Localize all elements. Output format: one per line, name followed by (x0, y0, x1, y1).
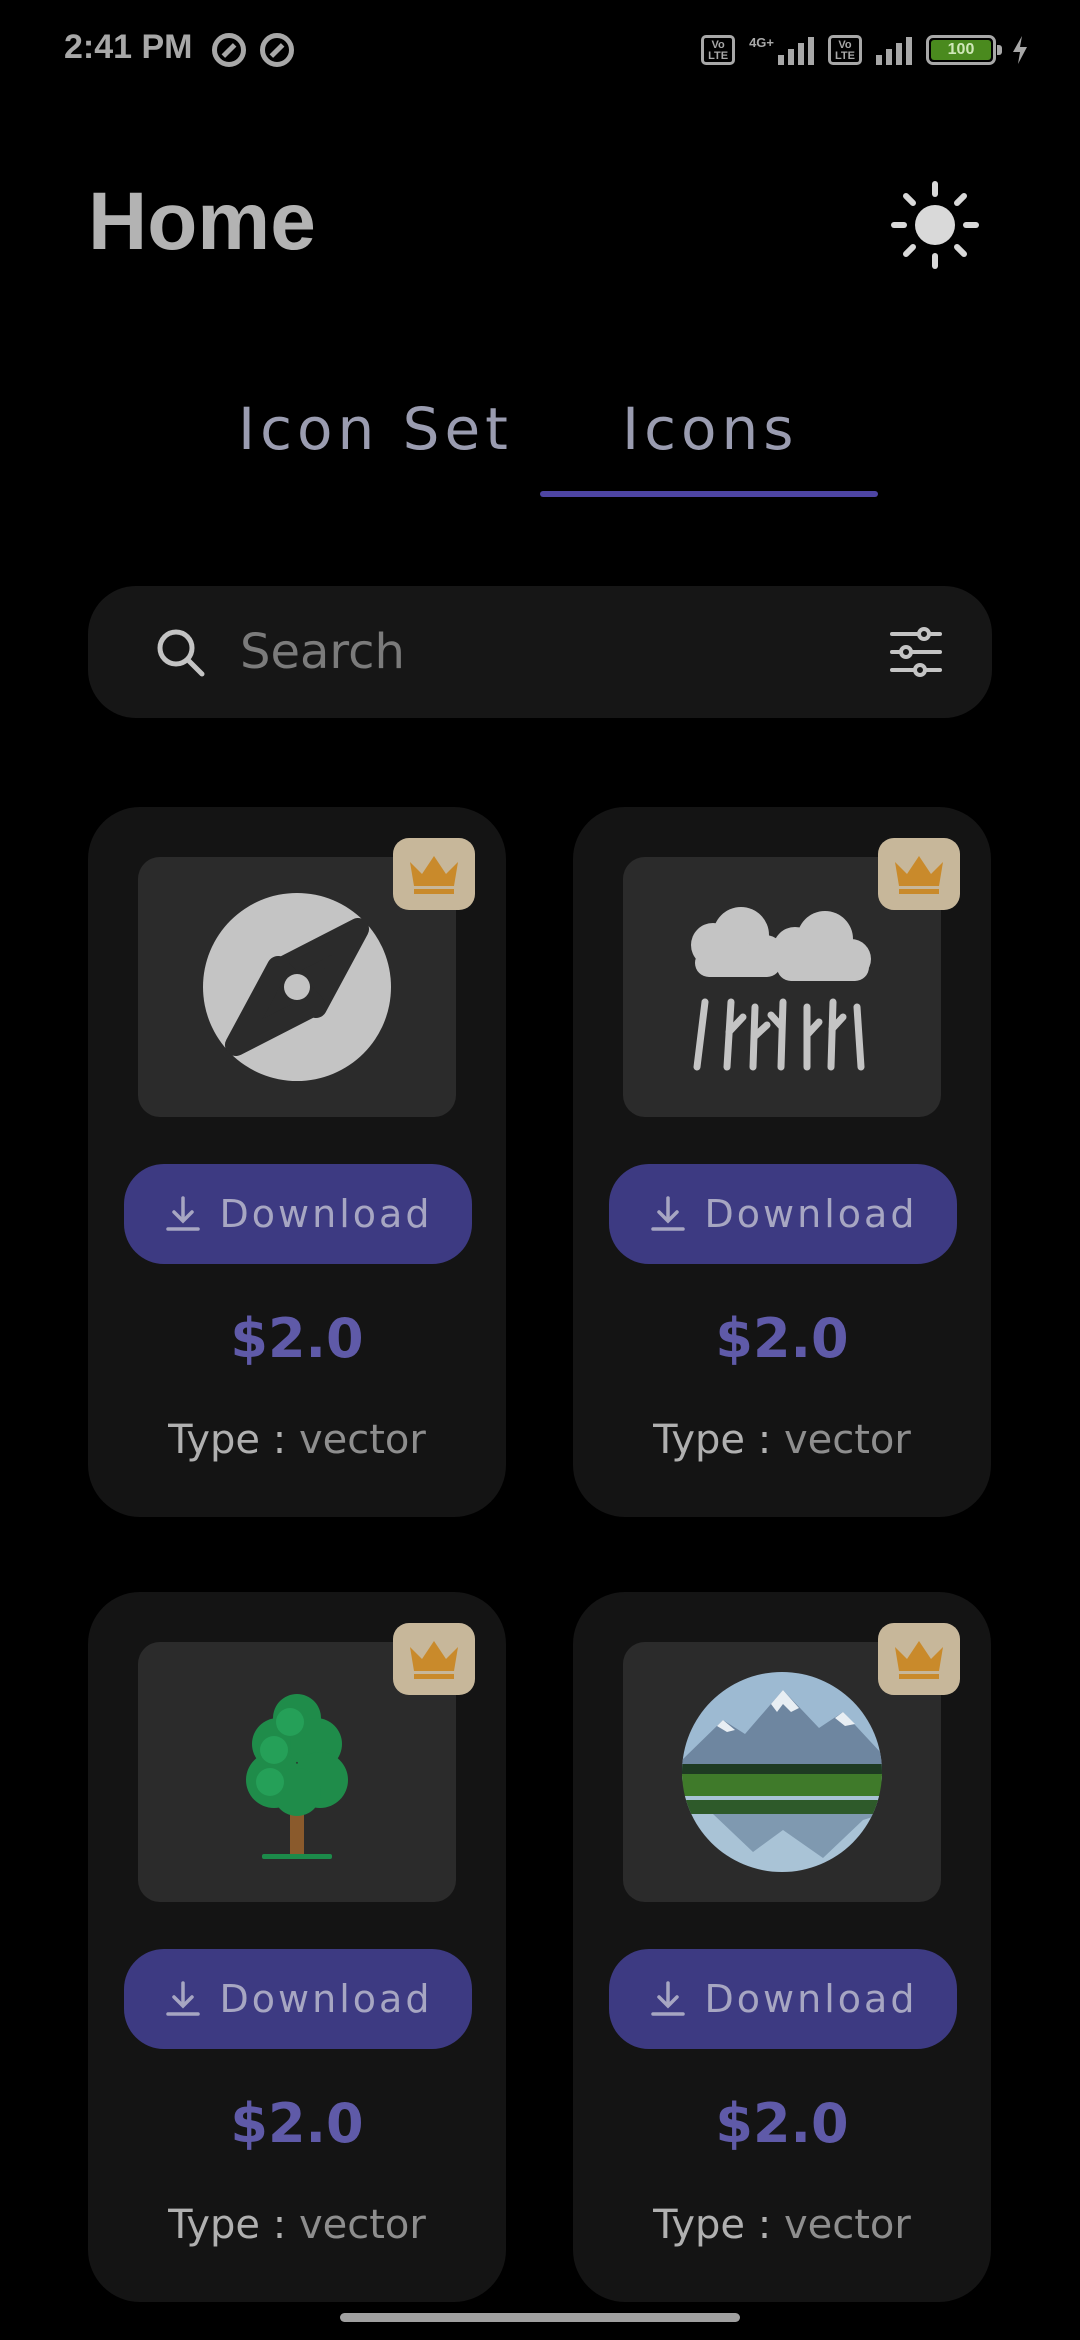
crown-icon (895, 856, 943, 894)
download-button[interactable]: Download (609, 1164, 957, 1264)
type-separator: : (272, 2202, 287, 2248)
price: $2.0 (715, 1307, 849, 1370)
type-separator: : (757, 1417, 772, 1463)
type-line: Type : vector (88, 2202, 506, 2248)
search-input[interactable] (240, 622, 800, 682)
download-label: Download (219, 1977, 433, 2021)
icon-card[interactable]: Download $2.0 Type : vector (88, 807, 506, 1517)
type-value: vector (783, 2202, 911, 2248)
status-indicators: Vo LTE 4G+ Vo LTE 100 (701, 30, 1030, 70)
screen: 2:41 PM Vo LTE 4G+ Vo LTE 100 Home Icon … (0, 0, 1080, 2340)
price: $2.0 (230, 1307, 364, 1370)
price: $2.0 (230, 2092, 364, 2155)
type-label: Type (653, 1417, 746, 1463)
premium-badge (393, 1623, 475, 1695)
download-button[interactable]: Download (609, 1949, 957, 2049)
type-value: vector (783, 1417, 911, 1463)
type-value: vector (298, 1417, 426, 1463)
type-line: Type : vector (573, 2202, 991, 2248)
sun-icon[interactable] (890, 180, 980, 270)
download-icon (165, 1196, 200, 1231)
active-tab-indicator (540, 491, 878, 497)
download-icon (165, 1981, 200, 2016)
premium-badge (393, 838, 475, 910)
battery-level: 100 (931, 40, 991, 60)
search-icon (157, 629, 205, 677)
download-label: Download (704, 1192, 918, 1236)
type-line: Type : vector (573, 1417, 991, 1463)
page-title: Home (88, 176, 316, 267)
price: $2.0 (715, 2092, 849, 2155)
download-icon (650, 1981, 685, 2016)
download-label: Download (219, 1192, 433, 1236)
tab-icon-set[interactable]: Icon Set (238, 395, 513, 463)
download-icon (650, 1196, 685, 1231)
filter-icon[interactable] (888, 624, 944, 680)
icon-card[interactable]: Download $2.0 Type : vector (88, 1592, 506, 2302)
premium-badge (878, 838, 960, 910)
download-button[interactable]: Download (124, 1164, 472, 1264)
crown-icon (410, 1641, 458, 1679)
network-type: 4G+ (749, 34, 774, 50)
crown-icon (410, 856, 458, 894)
type-label: Type (168, 2202, 261, 2248)
status-time: 2:41 PM (64, 28, 193, 66)
home-indicator[interactable] (340, 2313, 740, 2322)
premium-badge (878, 1623, 960, 1695)
status-bar: 2:41 PM Vo LTE 4G+ Vo LTE 100 (0, 0, 1080, 100)
battery-icon: 100 (926, 35, 1002, 65)
download-label: Download (704, 1977, 918, 2021)
tab-icons[interactable]: Icons (622, 395, 798, 463)
signal-icon (876, 35, 912, 65)
icon-card[interactable]: Download $2.0 Type : vector (573, 1592, 991, 2302)
type-separator: : (272, 1417, 287, 1463)
type-label: Type (168, 1417, 261, 1463)
type-label: Type (653, 2202, 746, 2248)
type-value: vector (298, 2202, 426, 2248)
dnd-icon (260, 33, 294, 67)
icon-card[interactable]: Download $2.0 Type : vector (573, 807, 991, 1517)
download-button[interactable]: Download (124, 1949, 472, 2049)
volte-icon: Vo LTE (828, 35, 862, 65)
search-bar[interactable] (88, 586, 992, 718)
type-line: Type : vector (88, 1417, 506, 1463)
dnd-icon (212, 33, 246, 67)
charging-icon (1013, 36, 1027, 64)
volte-icon: Vo LTE (701, 35, 736, 65)
type-separator: : (757, 2202, 772, 2248)
signal-icon (778, 35, 814, 65)
crown-icon (895, 1641, 943, 1679)
